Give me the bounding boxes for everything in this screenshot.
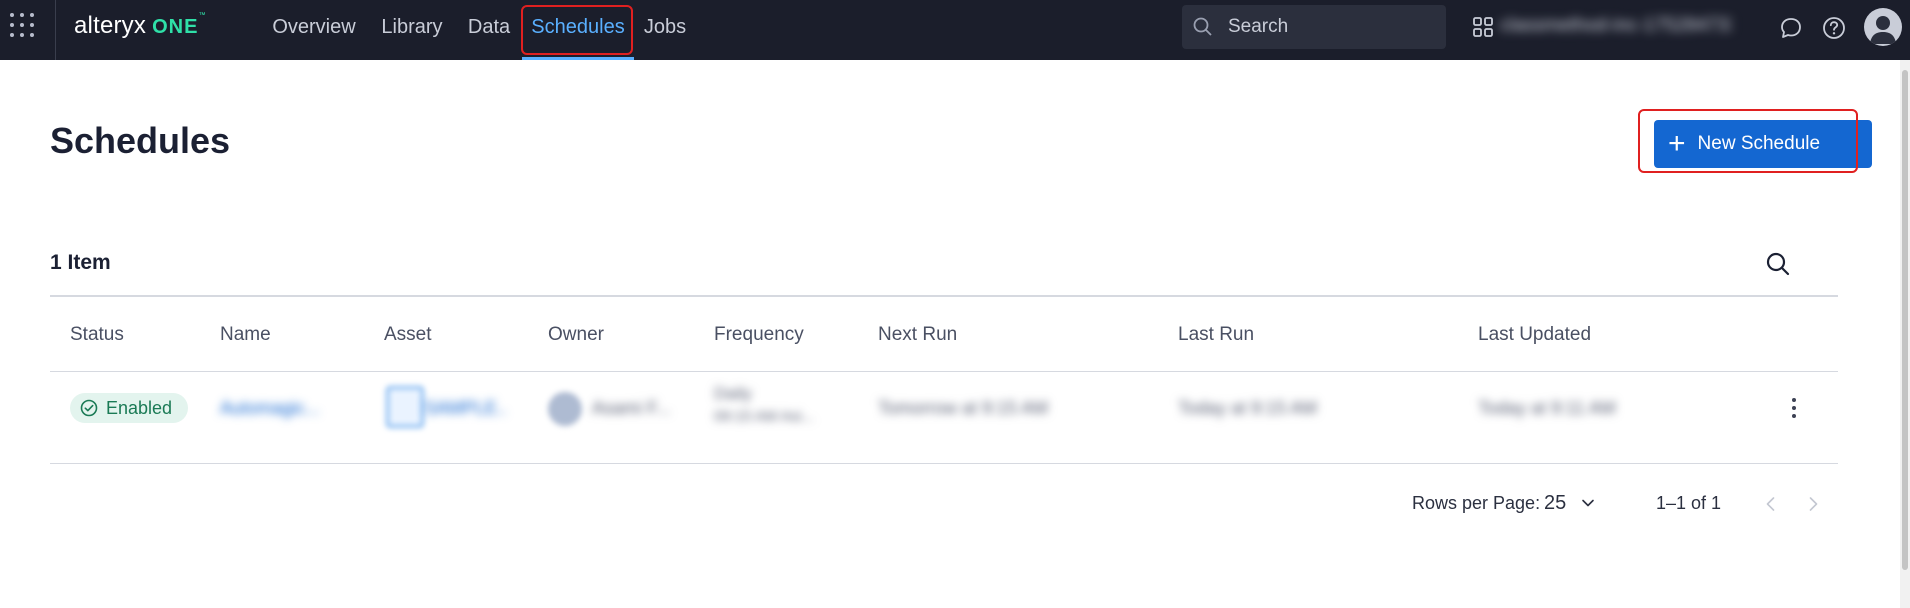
rows-per-page-value: 25 bbox=[1544, 491, 1567, 514]
column-header-last-run[interactable]: Last Run bbox=[1178, 324, 1254, 346]
pagination-range: 1–1 of 1 bbox=[1656, 493, 1722, 513]
brand-trademark: ™ bbox=[198, 12, 206, 19]
brand-name: alteryx bbox=[74, 12, 147, 39]
previous-page-icon[interactable] bbox=[1760, 493, 1782, 515]
nav-tab-schedules[interactable]: Schedules bbox=[522, 0, 634, 60]
column-header-frequency[interactable]: Frequency bbox=[714, 324, 804, 346]
nav-tab-library[interactable]: Library bbox=[378, 0, 446, 60]
plus-icon: + bbox=[1668, 127, 1686, 160]
asset-thumbnail[interactable] bbox=[386, 386, 424, 428]
column-header-owner[interactable]: Owner bbox=[548, 324, 604, 346]
page-scrollbar[interactable] bbox=[1900, 60, 1910, 608]
nav-tab-overview[interactable]: Overview bbox=[270, 0, 358, 60]
status-badge: Enabled bbox=[70, 393, 189, 423]
rows-per-page-select[interactable]: 25 bbox=[1544, 489, 1608, 517]
search-input[interactable] bbox=[1228, 16, 1428, 38]
column-header-asset[interactable]: Asset bbox=[384, 324, 432, 346]
column-header-last-updated[interactable]: Last Updated bbox=[1478, 324, 1591, 346]
row-divider bbox=[50, 463, 1838, 464]
header-divider bbox=[50, 371, 1838, 372]
rows-per-page-label: Rows per Page: bbox=[1412, 493, 1541, 513]
owner-name: Asami F... bbox=[592, 398, 672, 418]
person-icon bbox=[1870, 16, 1896, 44]
apps-grid-icon[interactable] bbox=[0, 0, 56, 60]
alteryx-one-logo[interactable]: alteryx ONE™ bbox=[74, 12, 205, 42]
check-circle-icon bbox=[80, 399, 98, 417]
nav-tab-data[interactable]: Data bbox=[466, 0, 512, 60]
owner-avatar bbox=[548, 392, 582, 426]
status-label: Enabled bbox=[106, 397, 173, 418]
next-page-icon[interactable] bbox=[1802, 493, 1824, 515]
chevron-down-icon bbox=[1582, 499, 1595, 507]
schedule-name-link[interactable]: Automagic... bbox=[220, 398, 340, 419]
chat-icon[interactable] bbox=[1778, 15, 1804, 41]
column-header-status[interactable]: Status bbox=[70, 324, 124, 346]
last-updated-value: Today at 9:11 AM bbox=[1478, 398, 1616, 418]
new-schedule-button[interactable]: + New Schedule bbox=[1654, 120, 1872, 168]
asset-link[interactable]: SAMPLE... bbox=[424, 398, 506, 419]
table-search-icon[interactable] bbox=[1764, 250, 1792, 278]
column-header-next-run[interactable]: Next Run bbox=[878, 324, 957, 346]
table-top-divider bbox=[50, 295, 1838, 297]
help-icon[interactable] bbox=[1821, 15, 1847, 41]
nav-tab-jobs[interactable]: Jobs bbox=[642, 0, 688, 60]
next-run-value: Tomorrow at 9:15 AM bbox=[878, 398, 1049, 418]
frequency-value: Daily bbox=[714, 384, 752, 403]
column-header-name[interactable]: Name bbox=[220, 324, 271, 346]
user-avatar-icon[interactable] bbox=[1864, 8, 1902, 46]
new-schedule-label: New Schedule bbox=[1697, 133, 1821, 154]
scrollbar-thumb[interactable] bbox=[1902, 70, 1908, 570]
last-run-value: Today at 9:15 AM bbox=[1178, 398, 1318, 418]
search-icon bbox=[1193, 17, 1212, 36]
workspaces-icon[interactable] bbox=[1472, 16, 1494, 38]
row-more-options-icon[interactable] bbox=[1784, 394, 1804, 422]
item-count: 1 Item bbox=[50, 251, 111, 274]
workspace-name[interactable]: classmethod-inc-1752847330 bbox=[1500, 15, 1732, 41]
page-title: Schedules bbox=[50, 120, 231, 161]
frequency-detail: 09:15 AM Asi... bbox=[714, 408, 815, 425]
global-search[interactable] bbox=[1182, 5, 1446, 49]
top-navigation-bar: alteryx ONE™ Overview Library Data Schedu… bbox=[0, 0, 1910, 60]
brand-accent: ONE bbox=[152, 16, 199, 38]
